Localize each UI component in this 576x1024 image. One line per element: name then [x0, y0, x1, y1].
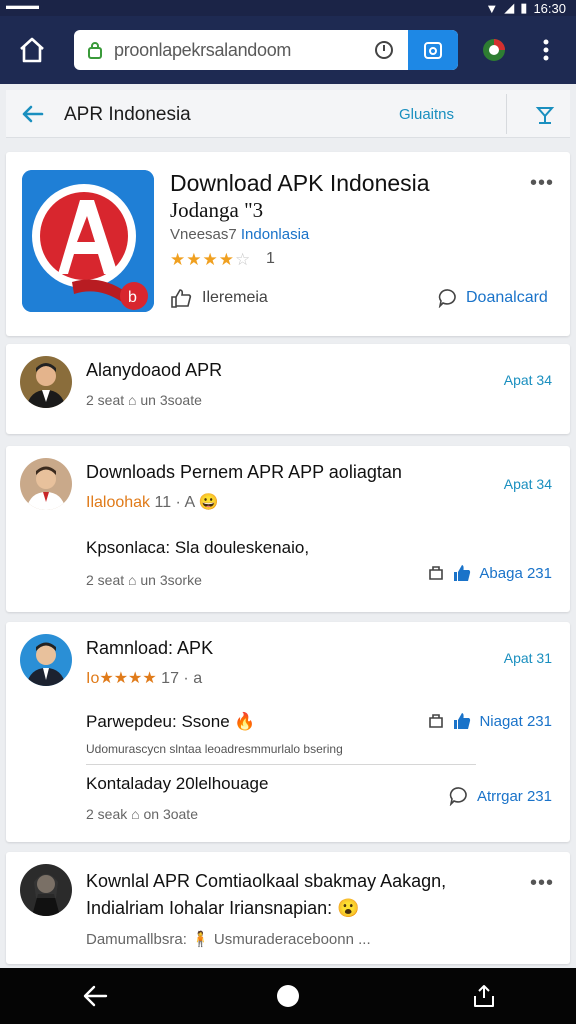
thumb-up-icon	[454, 565, 471, 581]
page-header: APR Indonesia Gluaitns	[6, 90, 570, 138]
post-sub-rest: 17 · a	[161, 670, 203, 687]
post-card[interactable]: Kownlal APR Comtiaolkaal sbakmay Aakagn,…	[6, 852, 570, 964]
share-label: Ileremeia	[202, 289, 268, 306]
status-left: ▬▬▬	[6, 0, 39, 12]
download-label: Doanalcard	[466, 289, 548, 306]
share-icon	[429, 714, 444, 728]
app-logo-icon: b	[22, 170, 154, 312]
avatar[interactable]	[20, 356, 72, 408]
share-icon[interactable]	[472, 984, 496, 1008]
comment-icon	[438, 289, 456, 308]
post-meta: 2 seak ⌂ on 3oate	[86, 806, 198, 822]
post-meta: Damumallbsra: 🧍 Usmuraderaceboonn ...	[86, 931, 371, 948]
status-right: ▼ ◢ ▮ 16:30	[485, 0, 566, 16]
browser-toolbar: proonlapekrsalandoom	[0, 16, 576, 84]
app-developer[interactable]: Vneesas7 Indonlasia	[170, 226, 309, 243]
like-count: Niagat 231	[479, 712, 552, 730]
more-options-icon[interactable]: •••	[530, 172, 554, 195]
post-title-text: Kownlal APR Comtiaolkaal sbakmay Aakagn,…	[86, 871, 447, 918]
tabs-icon	[424, 42, 442, 59]
extension-icon[interactable]	[482, 38, 506, 62]
back-icon[interactable]	[82, 984, 108, 1008]
like-button[interactable]: Abaga 231	[427, 564, 552, 582]
thumb-up-icon	[454, 713, 471, 729]
share-icon	[429, 566, 444, 580]
app-rating: ★★★★☆	[170, 250, 251, 270]
like-button[interactable]: Niagat 231	[427, 712, 552, 730]
signal-icon: ◢	[504, 0, 515, 15]
more-options-icon[interactable]: •••	[530, 872, 554, 895]
post-title[interactable]: Alanydoaod APR	[86, 360, 222, 381]
emoji-icon: 😮	[337, 898, 360, 918]
svg-text:b: b	[128, 289, 137, 306]
post-rating: Iо★★★★	[86, 670, 157, 687]
post-body-secondary: Kontaladay 20lelhouage	[86, 774, 269, 793]
status-time: 16:30	[533, 0, 566, 16]
download-button[interactable]: Doanalcard	[438, 288, 548, 308]
battery-icon: ▮	[520, 0, 528, 15]
post-date: Apat 31	[503, 650, 552, 666]
menu-icon[interactable]	[536, 36, 556, 64]
app-subtitle: Jodanga "3	[170, 198, 264, 222]
back-arrow-icon[interactable]	[20, 104, 44, 124]
share-button[interactable]: Ileremeia	[170, 288, 268, 308]
post-title[interactable]: Kownlal APR Comtiaolkaal sbakmay Aakagn,…	[86, 868, 526, 922]
thumb-icon	[171, 289, 192, 308]
rating-count: 1	[266, 250, 275, 267]
home-button-icon[interactable]	[276, 984, 300, 1008]
developer-prefix: Vneesas7	[170, 226, 237, 243]
address-bar[interactable]: proonlapekrsalandoom	[74, 30, 458, 70]
developer-name[interactable]: Indonlasia	[241, 226, 309, 243]
post-subline: Iо★★★★ 17 · a	[86, 668, 202, 688]
home-icon[interactable]	[18, 36, 46, 64]
post-meta: 2 seat ⌂ un 3soate	[86, 392, 202, 408]
avatar[interactable]	[20, 634, 72, 686]
header-action-link[interactable]: Gluaitns	[399, 106, 454, 123]
avatar[interactable]	[20, 864, 72, 916]
avatar[interactable]	[20, 458, 72, 510]
secure-icon	[88, 42, 102, 59]
comment-count: Atrrgar 231	[476, 787, 552, 805]
comment-button[interactable]: Atrrgar 231	[449, 786, 552, 806]
app-card[interactable]: b Download APK Indonesia Jodanga "3 Vnee…	[6, 152, 570, 336]
post-date: Apat 34	[503, 476, 552, 492]
post-card[interactable]: Alanydoaod APR 2 seat ⌂ un 3soate Apat 3…	[6, 344, 570, 434]
status-bar: ▬▬▬ ▼ ◢ ▮ 16:30	[0, 0, 576, 16]
post-subline: Ilaloohak 11 · A 😀	[86, 492, 219, 512]
url-text[interactable]: proonlapekrsalandoom	[114, 40, 291, 61]
page-title: APR Indonesia	[64, 104, 191, 125]
post-sub-rest: 11 · A	[154, 494, 195, 511]
like-count: Abaga 231	[479, 564, 552, 582]
pin-icon[interactable]	[534, 104, 556, 126]
app-icon[interactable]: b	[22, 170, 154, 312]
post-title[interactable]: Ramnload: APK	[86, 638, 213, 659]
comment-icon	[449, 787, 467, 806]
wifi-icon: ▼	[485, 0, 499, 16]
page-info-icon[interactable]	[374, 40, 394, 60]
post-body: Kpsonlaca: Sla douleskenaio,	[86, 538, 310, 557]
post-caption: Udomurascycn slntaa leoadresmmurlalo bse…	[86, 742, 343, 756]
post-date: Apat 34	[503, 372, 552, 388]
post-title[interactable]: Downloads Pernem APR APP aoliagtan	[86, 462, 402, 483]
divider	[506, 94, 507, 134]
post-meta: 2 seat ⌂ un 3sorke	[86, 572, 202, 588]
rating-stars-filled: ★★★★	[170, 250, 235, 269]
post-body-text: Parwepdeu: Ssone	[86, 712, 230, 731]
rating-star-empty: ☆	[234, 250, 252, 269]
tabs-button[interactable]	[408, 30, 458, 70]
post-card[interactable]: Ramnload: APK Iо★★★★ 17 · a Apat 31 Parw…	[6, 622, 570, 842]
emoji-icon: 🔥	[234, 712, 256, 731]
app-title[interactable]: Download APK Indonesia	[170, 170, 430, 197]
post-author[interactable]: Ilaloohak	[86, 494, 150, 511]
system-nav-bar	[0, 968, 576, 1024]
post-body: Parwepdeu: Ssone 🔥	[86, 712, 256, 732]
emoji-icon: 😀	[198, 494, 219, 511]
post-card[interactable]: Downloads Pernem APR APP aoliagtan Ilalo…	[6, 446, 570, 612]
divider	[86, 764, 476, 765]
